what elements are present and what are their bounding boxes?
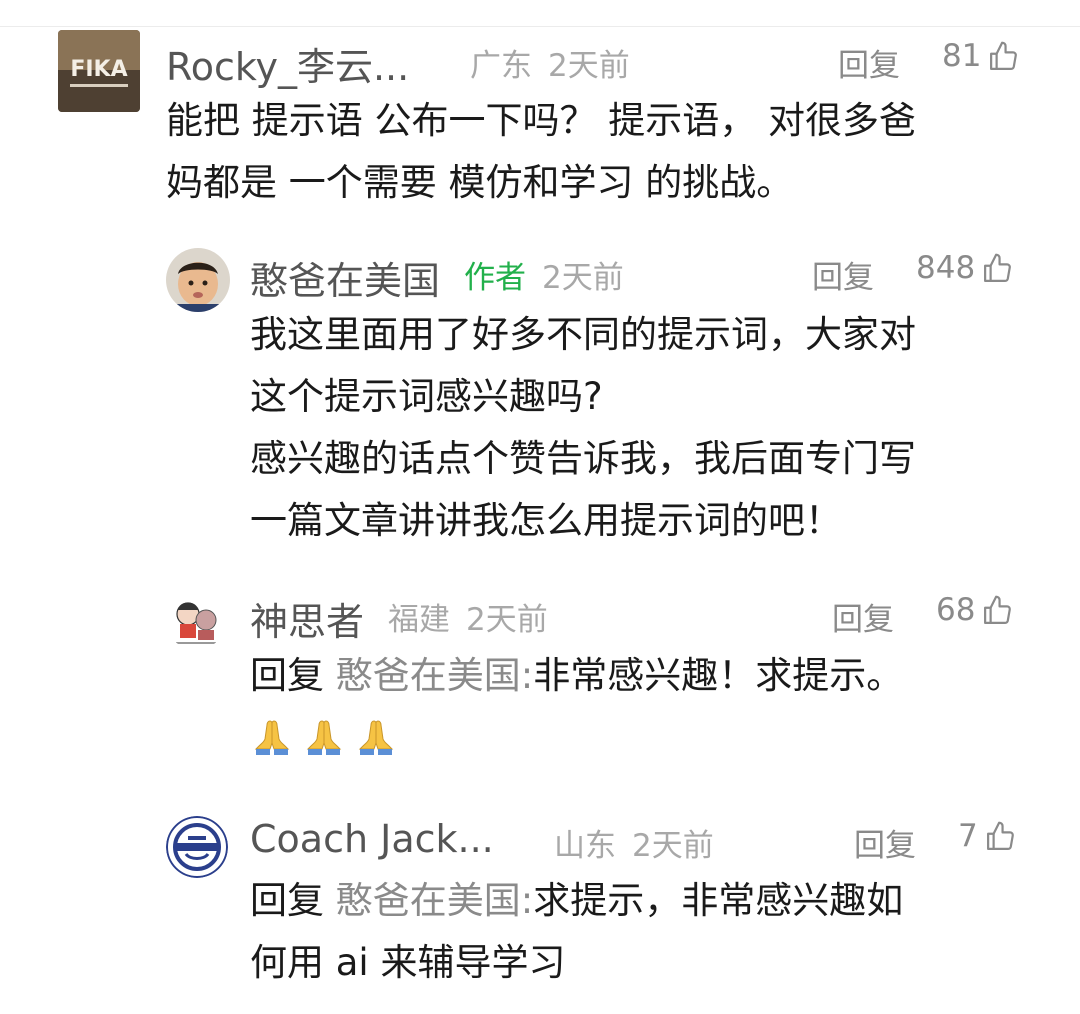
reply-target[interactable]: 憨爸在美国:	[336, 879, 533, 922]
folded-hands-icon: 🙏	[250, 713, 290, 755]
thumbs-up-icon	[984, 253, 1012, 282]
like-button[interactable]: 848	[916, 250, 1014, 286]
commenter-name[interactable]: 憨爸在美国	[250, 250, 440, 305]
comment-line: 感兴趣的话点个赞告诉我，我后面专门写	[250, 437, 916, 480]
reply-text: 非常感兴趣！求提示。	[533, 654, 904, 697]
folded-hands-icon: 🙏	[354, 713, 394, 755]
comment-body: 回复 憨爸在美国:求提示，非常感兴趣如 何用 ai 来辅导学习	[250, 870, 903, 994]
like-count: 848	[916, 250, 976, 286]
like-button[interactable]: 81	[942, 38, 1020, 74]
timestamp: 2天前	[548, 48, 630, 84]
timestamp: 2天前	[466, 602, 548, 638]
top-divider	[0, 26, 1080, 27]
comment-line: 这个提示词感兴趣吗?	[250, 375, 603, 418]
commenter-name[interactable]: 神思者	[250, 591, 364, 646]
reply-button[interactable]: 回复	[854, 820, 916, 865]
reply-target[interactable]: 憨爸在美国:	[336, 654, 533, 697]
comment-line: 能把 提示语 公布一下吗？ 提示语， 对很多爸	[166, 99, 917, 142]
avatar[interactable]	[166, 248, 230, 312]
reply-prefix: 回复	[250, 879, 324, 922]
like-count: 81	[942, 38, 982, 74]
avatar[interactable]	[166, 816, 228, 878]
thumbs-up-icon	[986, 821, 1014, 850]
like-count: 68	[936, 592, 976, 628]
comment-body: 能把 提示语 公布一下吗？ 提示语， 对很多爸 妈都是 一个需要 模仿和学习 的…	[166, 90, 916, 214]
avatar-logo-text: FIKA	[70, 57, 127, 82]
comment-body: 回复 憨爸在美国:非常感兴趣！求提示。 🙏 🙏 🙏	[250, 645, 903, 757]
commenter-name[interactable]: Rocky_李云...	[166, 36, 409, 91]
comment-line: 何用 ai 来辅导学习	[250, 941, 566, 984]
location: 广东	[470, 48, 532, 84]
location: 山东	[554, 828, 616, 864]
commenter-name[interactable]: Coach Jack...	[250, 817, 494, 861]
timestamp: 2天前	[632, 828, 714, 864]
emoji-row: 🙏 🙏 🙏	[250, 713, 903, 757]
comment-line: 回复 憨爸在美国:求提示，非常感兴趣如	[250, 870, 903, 932]
like-button[interactable]: 68	[936, 592, 1014, 628]
reply-prefix: 回复	[250, 654, 324, 697]
thumbs-up-icon	[990, 41, 1018, 70]
folded-hands-icon: 🙏	[302, 713, 342, 755]
avatar[interactable]	[166, 590, 226, 650]
svg-text:🙏: 🙏	[250, 713, 252, 714]
reply-button[interactable]: 回复	[838, 40, 900, 85]
reply-text: 求提示，非常感兴趣如	[533, 879, 904, 922]
like-count: 7	[958, 818, 978, 854]
avatar[interactable]: FIKA	[58, 30, 140, 112]
comment-line: 妈都是 一个需要 模仿和学习 的挑战。	[166, 161, 794, 204]
thumbs-up-icon	[984, 595, 1012, 624]
timestamp: 2天前	[542, 260, 624, 296]
comment-line: 回复 憨爸在美国:非常感兴趣！求提示。	[250, 645, 903, 707]
comment-line: 一篇文章讲讲我怎么用提示词的吧！	[250, 499, 842, 542]
reply-button[interactable]: 回复	[832, 594, 894, 639]
svg-text:🙏: 🙏	[302, 713, 304, 714]
comment-line: 我这里面用了好多不同的提示词，大家对	[250, 313, 916, 356]
reply-button[interactable]: 回复	[812, 252, 874, 297]
svg-text:🙏: 🙏	[354, 713, 356, 714]
like-button[interactable]: 7	[958, 818, 1017, 854]
location: 福建	[388, 602, 450, 638]
author-badge: 作者	[464, 260, 526, 296]
comment-body: 我这里面用了好多不同的提示词，大家对 这个提示词感兴趣吗? 感兴趣的话点个赞告诉…	[250, 304, 916, 552]
